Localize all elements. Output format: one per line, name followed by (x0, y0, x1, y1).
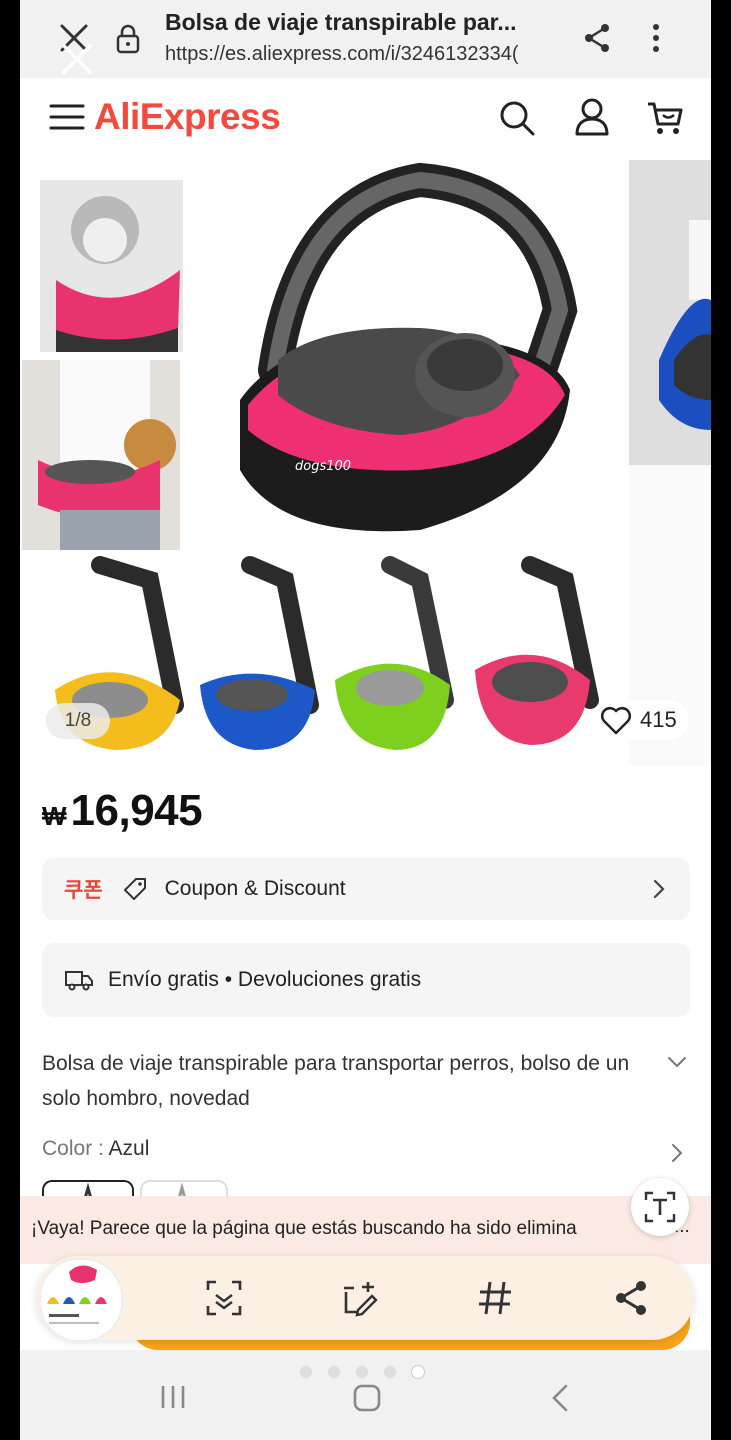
shipping-label: Envío gratis • Devoluciones gratis (108, 968, 422, 991)
url-text[interactable]: https://es.aliexpress.com/i/3246132334( (165, 43, 557, 66)
add-edit-icon[interactable] (340, 1278, 380, 1318)
search-icon[interactable] (499, 100, 535, 136)
color-selector[interactable]: Color : Azul (42, 1137, 149, 1161)
product-description: Bolsa de viaje transpirable para transpo… (42, 1052, 630, 1110)
product-gallery[interactable]: dogs100 1/8 415 (20, 160, 711, 765)
page-dot (328, 1366, 340, 1378)
chevron-right-icon[interactable] (670, 1141, 684, 1165)
page-dot (300, 1366, 312, 1378)
shipping-row[interactable]: Envío gratis • Devoluciones gratis (42, 943, 690, 1017)
cart-icon[interactable] (646, 100, 684, 136)
thumbnail-image (41, 1260, 121, 1340)
chevron-right-icon (653, 879, 665, 899)
text-extract-button[interactable] (631, 1178, 689, 1236)
aliexpress-logo[interactable]: AliExpress (94, 96, 281, 138)
next-image-preview (629, 160, 711, 765)
scan-icon[interactable] (204, 1278, 244, 1318)
price-amount: 16,945 (70, 786, 203, 835)
color-value: Azul (108, 1137, 150, 1160)
coupon-discount-row[interactable]: 쿠폰 Coupon & Discount (42, 858, 690, 920)
product-collage-image: dogs100 (22, 162, 599, 750)
image-counter: 1/8 (46, 703, 110, 739)
text-scan-icon (644, 1191, 676, 1223)
browser-bar: Bolsa de viaje transpirable par... https… (20, 0, 711, 78)
lock-icon (116, 24, 140, 54)
home-icon[interactable] (352, 1384, 382, 1412)
page-removed-banner: ¡Vaya! Parece que la página que estás bu… (20, 1196, 711, 1264)
svg-text:dogs100: dogs100 (295, 459, 351, 474)
user-icon[interactable] (574, 98, 610, 136)
coupon-label: Coupon & Discount (164, 877, 346, 900)
recents-icon[interactable] (158, 1384, 188, 1410)
heart-icon (600, 706, 632, 735)
back-icon[interactable] (550, 1384, 570, 1412)
truck-icon (65, 971, 93, 991)
hashtag-icon[interactable] (475, 1278, 515, 1318)
more-options-icon[interactable] (646, 22, 666, 54)
menu-icon[interactable] (49, 102, 85, 132)
screenshot-thumbnail[interactable] (39, 1258, 123, 1342)
color-label: Color : (42, 1137, 104, 1160)
chevron-down-icon[interactable] (666, 1054, 688, 1070)
banner-message: ¡Vaya! Parece que la página que estás bu… (31, 1218, 577, 1239)
wishlist-button[interactable]: 415 (594, 700, 689, 740)
site-header: AliExpress (20, 78, 711, 160)
currency-symbol: ₩ (42, 801, 67, 831)
product-price: ₩ 16,945 (42, 786, 203, 836)
system-nav-bar (20, 1350, 711, 1440)
main-product-image[interactable]: dogs100 (20, 160, 623, 765)
overlay-close-icon[interactable] (60, 42, 94, 76)
page-dot (384, 1366, 396, 1378)
next-product-image[interactable] (629, 160, 711, 765)
page-title: Bolsa de viaje transpirable par... (165, 9, 517, 35)
coupon-korean-label: 쿠폰 (64, 879, 103, 902)
share-icon[interactable] (611, 1278, 651, 1318)
screenshot-toolbar (36, 1256, 694, 1342)
page-dot (356, 1366, 368, 1378)
tag-icon (123, 878, 146, 900)
phone-screen: Bolsa de viaje transpirable par... https… (20, 0, 711, 1440)
page-dot-active (412, 1366, 424, 1378)
page-indicator (300, 1366, 424, 1378)
likes-count: 415 (640, 707, 677, 732)
share-icon[interactable] (582, 22, 612, 54)
